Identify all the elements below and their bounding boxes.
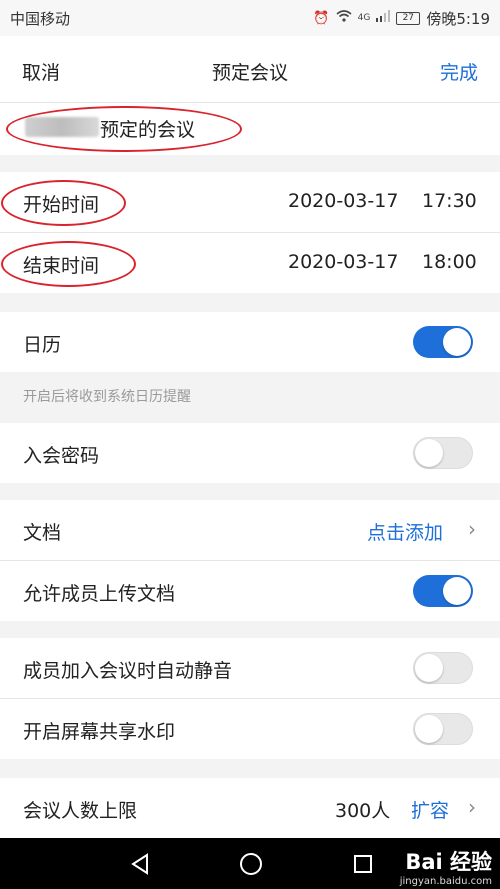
screen-watermark-toggle[interactable] (413, 713, 473, 745)
calendar-label: 日历 (23, 334, 62, 356)
capacity-row[interactable]: 会议人数上限 300人 扩容 › (0, 778, 500, 838)
start-time-row[interactable]: 开始时间 2020-03-17 17:30 (0, 172, 500, 232)
battery-icon: 27 (396, 11, 421, 25)
baidu-jingyan-watermark: Bai 经验 jingyan.baidu.com (400, 846, 492, 887)
toggle-knob (415, 439, 443, 467)
password-toggle[interactable] (413, 437, 473, 469)
watermark-site: jingyan.baidu.com (399, 876, 492, 887)
capacity-value: 300人 (335, 800, 391, 822)
auto-mute-toggle[interactable] (413, 652, 473, 684)
network-type-label: 4G (357, 13, 371, 23)
screen-watermark-label: 开启屏幕共享水印 (23, 721, 176, 743)
chevron-right-icon: › (468, 795, 476, 819)
home-circle-icon (240, 852, 262, 875)
auto-mute-label: 成员加入会议时自动静音 (23, 660, 233, 682)
watermark-brand: Bai 经验 (405, 850, 492, 874)
back-triangle-icon (131, 852, 148, 875)
allow-upload-row: 允许成员上传文档 (0, 561, 500, 621)
system-navigation-bar: Bai 经验 jingyan.baidu.com (0, 838, 500, 889)
allow-upload-label: 允许成员上传文档 (23, 583, 176, 605)
password-label: 入会密码 (23, 445, 100, 467)
start-time-value[interactable]: 17:30 (422, 190, 477, 212)
navigation-bar: 取消 预定会议 完成 (0, 36, 500, 102)
host-meeting-label: 预定的会议 (100, 119, 196, 141)
document-row[interactable]: 文档 点击添加 › (0, 500, 500, 560)
screen-watermark-row: 开启屏幕共享水印 (0, 699, 500, 759)
wifi-icon (336, 10, 352, 26)
toggle-knob (415, 715, 443, 743)
calendar-row: 日历 (0, 312, 500, 372)
status-icons: ⏰ 4G 27 傍晚5:19 (313, 8, 490, 29)
end-time-row[interactable]: 结束时间 2020-03-17 18:00 (0, 233, 500, 293)
blurred-host-name (25, 117, 99, 137)
clock-time: 傍晚5:19 (426, 9, 490, 28)
status-bar: 中国移动 ⏰ 4G 27 傍晚5:19 (0, 0, 500, 36)
recents-square-icon (354, 854, 372, 873)
carrier-label: 中国移动 (10, 9, 71, 28)
auto-mute-row: 成员加入会议时自动静音 (0, 638, 500, 698)
alarm-icon: ⏰ (313, 10, 330, 26)
password-row: 入会密码 (0, 423, 500, 483)
add-document-link[interactable]: 点击添加 (367, 518, 443, 545)
home-button[interactable] (236, 838, 266, 889)
page-title: 预定会议 (211, 62, 288, 84)
toggle-knob (415, 654, 443, 682)
end-date-value[interactable]: 2020-03-17 (288, 251, 398, 273)
start-date-value[interactable]: 2020-03-17 (288, 190, 398, 212)
chevron-right-icon: › (468, 517, 476, 541)
done-button[interactable]: 完成 (440, 58, 478, 85)
toggle-knob (443, 328, 471, 356)
allow-upload-toggle[interactable] (413, 575, 473, 607)
calendar-hint: 开启后将收到系统日历提醒 (23, 389, 191, 405)
back-button[interactable] (125, 838, 155, 889)
signal-icon (376, 10, 391, 26)
end-time-label: 结束时间 (23, 255, 100, 277)
toggle-knob (443, 577, 471, 605)
recents-button[interactable] (348, 838, 378, 889)
expand-capacity-link[interactable]: 扩容 (411, 796, 449, 823)
start-time-label: 开始时间 (23, 194, 100, 216)
end-time-value[interactable]: 18:00 (422, 251, 477, 273)
calendar-toggle[interactable] (413, 326, 473, 358)
document-label: 文档 (23, 522, 62, 544)
host-row: 预定的会议 (0, 102, 500, 155)
capacity-label: 会议人数上限 (23, 800, 138, 822)
